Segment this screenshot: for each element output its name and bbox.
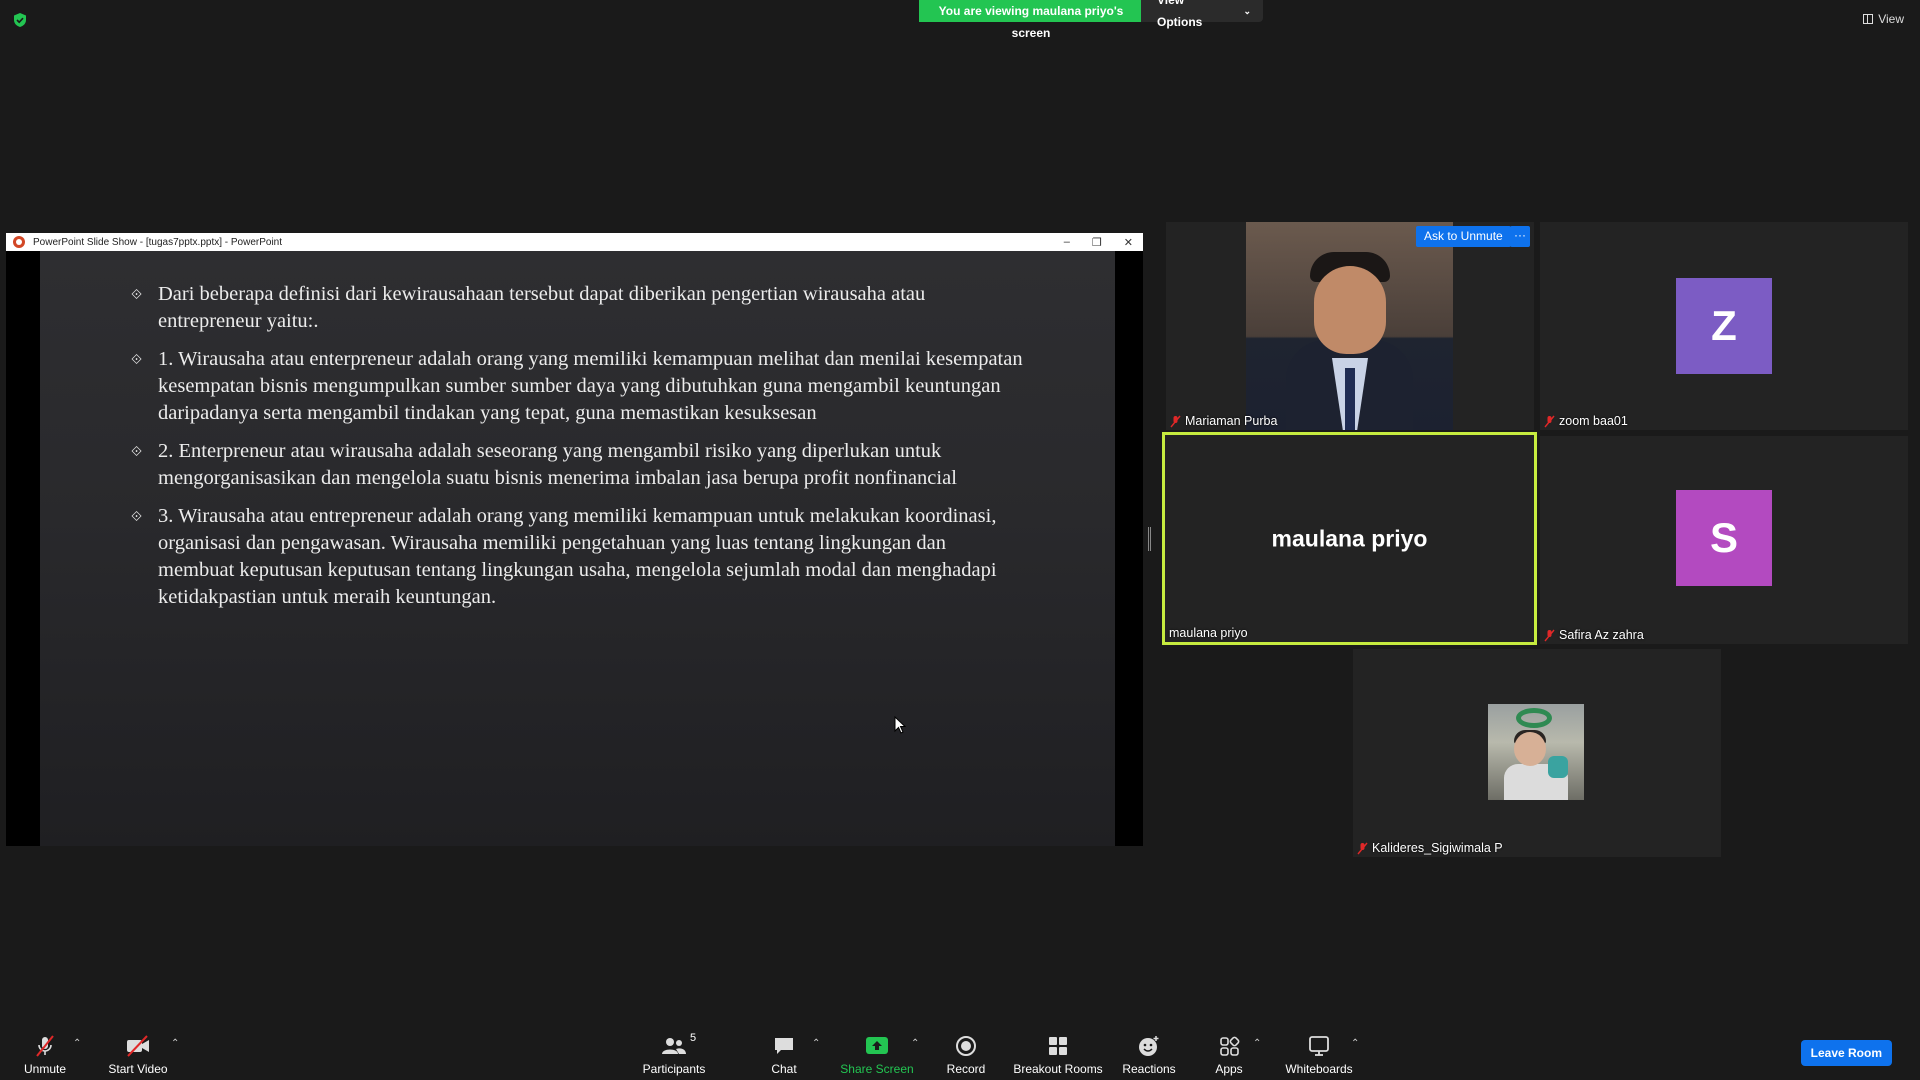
muted-mic-icon — [1544, 629, 1555, 641]
diamond-bullet-icon: ⟐ — [131, 510, 143, 525]
participant-video — [1246, 222, 1453, 430]
avatar: Z — [1676, 278, 1772, 374]
video-tile-zoom-baa01[interactable]: Z zoom baa01 — [1540, 222, 1908, 430]
view-options-button[interactable]: View Options ⌄ — [1141, 0, 1263, 29]
meeting-toolbar: Unmute ⌃ Start Video ⌃ Participants 5 Ch… — [0, 1020, 1920, 1080]
close-icon[interactable]: ✕ — [1124, 236, 1133, 249]
panel-resize-handle[interactable] — [1148, 527, 1151, 551]
whiteboard-icon — [1309, 1036, 1329, 1056]
muted-mic-icon — [1170, 415, 1181, 427]
record-icon — [956, 1036, 976, 1056]
slide-bullet: ⟐ 1. Wirausaha atau enterpreneur adalah … — [131, 348, 1023, 424]
slide-content: ⟐ Dari beberapa definisi dari kewirausaha… — [40, 251, 1115, 846]
participants-count: 5 — [690, 1032, 697, 1044]
view-layout-button[interactable]: View — [1863, 12, 1904, 26]
chat-options-caret-icon[interactable]: ⌃ — [812, 1038, 820, 1049]
slide-bullet: ⟐ 2. Enterpreneur atau wirausaha adalah s… — [131, 440, 957, 489]
audio-options-caret-icon[interactable]: ⌃ — [73, 1038, 81, 1049]
shared-screen[interactable]: PowerPoint Slide Show - [tugas7pptx.pptx… — [6, 233, 1143, 846]
muted-mic-icon — [36, 1035, 54, 1057]
apps-icon — [1220, 1036, 1240, 1056]
muted-mic-icon — [1357, 842, 1368, 854]
slide-bullet: ⟐ Dari beberapa definisi dari kewirausaha… — [131, 283, 926, 332]
restore-icon[interactable]: ❐ — [1092, 236, 1102, 249]
start-video-label: Start Video — [108, 1062, 168, 1076]
participant-name: Kalideres_Sigiwimala P — [1357, 841, 1503, 855]
whiteboards-label: Whiteboards — [1285, 1062, 1353, 1076]
powerpoint-titlebar: PowerPoint Slide Show - [tugas7pptx.pptx… — [6, 233, 1143, 251]
diamond-bullet-icon: ⟐ — [131, 353, 143, 368]
viewing-text: You are viewing maulana priyo's screen — [919, 0, 1141, 40]
ask-to-unmute-button[interactable]: Ask to Unmute — [1416, 226, 1511, 247]
share-screen-icon — [866, 1037, 888, 1054]
diamond-bullet-icon: ⟐ — [131, 288, 143, 303]
powerpoint-icon — [13, 236, 25, 248]
reactions-icon — [1139, 1036, 1159, 1056]
slide-bullet: ⟐ 3. Wirausaha atau entrepreneur adalah o… — [131, 505, 997, 608]
more-options-button[interactable]: ··· — [1510, 226, 1530, 247]
video-off-icon — [127, 1035, 149, 1057]
muted-mic-icon — [1544, 415, 1555, 427]
view-options-label: View Options — [1157, 0, 1203, 29]
participants-button[interactable]: Participants — [619, 1034, 729, 1076]
security-shield-icon[interactable] — [12, 12, 28, 28]
chat-icon — [775, 1038, 793, 1054]
minimize-icon[interactable]: – — [1064, 236, 1070, 248]
apps-options-caret-icon[interactable]: ⌃ — [1253, 1038, 1261, 1049]
participant-name: Mariaman Purba — [1170, 414, 1277, 428]
window-title: PowerPoint Slide Show - [tugas7pptx.pptx… — [33, 236, 283, 248]
leave-room-button[interactable]: Leave Room — [1800, 1040, 1892, 1066]
participants-label: Participants — [642, 1062, 706, 1076]
participant-name: Safira Az zahra — [1544, 628, 1644, 642]
video-options-caret-icon[interactable]: ⌃ — [171, 1038, 179, 1049]
video-tile-kalideres[interactable]: Kalideres_Sigiwimala P — [1353, 649, 1721, 857]
grid-view-icon — [1863, 14, 1874, 24]
whiteboards-options-caret-icon[interactable]: ⌃ — [1351, 1038, 1359, 1049]
video-tile-maulana[interactable]: maulana priyo maulana priyo — [1162, 432, 1537, 645]
chevron-down-icon: ⌄ — [1243, 6, 1251, 16]
participant-name: maulana priyo — [1169, 626, 1248, 640]
viewing-banner: You are viewing maulana priyo's screen V… — [919, 0, 1263, 40]
diamond-bullet-icon: ⟐ — [131, 445, 143, 460]
avatar: S — [1676, 490, 1772, 586]
participant-photo — [1488, 704, 1584, 800]
participant-big-name: maulana priyo — [1271, 525, 1428, 551]
participant-name: zoom baa01 — [1544, 414, 1628, 428]
breakout-rooms-icon — [1049, 1037, 1067, 1055]
video-tile-mariaman[interactable]: Mariaman Purba — [1166, 222, 1534, 430]
slide-bullet-list: ⟐ Dari beberapa definisi dari kewirausaha… — [40, 251, 1115, 611]
view-label: View — [1878, 12, 1904, 26]
participants-icon — [662, 1038, 686, 1054]
video-tile-safira[interactable]: S Safira Az zahra — [1540, 436, 1908, 644]
mouse-cursor-icon — [894, 716, 906, 734]
